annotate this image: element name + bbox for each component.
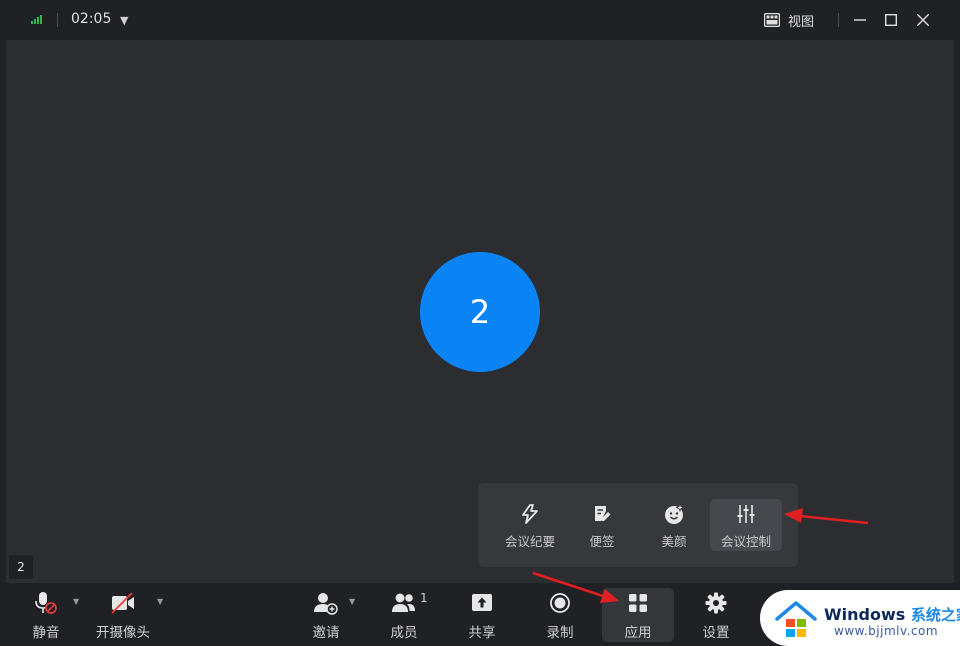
- apps-popup-panel: 会议纪要 便签 美颜 会议控制: [478, 483, 798, 567]
- view-label: 视图: [788, 14, 815, 30]
- camera-label: 开摄像头: [96, 625, 150, 641]
- app-label: 会议纪要: [504, 534, 555, 549]
- divider: [838, 13, 839, 27]
- camera-off-icon: [111, 592, 134, 614]
- signal-strength-icon: [31, 15, 43, 24]
- divider: [57, 13, 58, 27]
- share-label: 共享: [468, 625, 496, 641]
- close-button[interactable]: [913, 10, 933, 30]
- minimize-button[interactable]: [850, 10, 870, 30]
- apps-button[interactable]: 应用: [602, 588, 674, 642]
- share-button[interactable]: 共享: [464, 588, 500, 642]
- maximize-button[interactable]: [881, 10, 901, 30]
- participant-avatar: 2: [420, 252, 540, 372]
- maximize-icon: [885, 14, 897, 26]
- chevron-down-icon[interactable]: ▼: [349, 597, 355, 606]
- app-sticky-notes[interactable]: 便签: [566, 499, 638, 551]
- beauty-face-icon: [665, 503, 685, 524]
- share-screen-icon: [472, 594, 492, 611]
- watermark-url: www.bjjmlv.com: [834, 624, 939, 638]
- camera-icon-wrap: ▼: [110, 588, 163, 618]
- chevron-down-icon[interactable]: ▼: [120, 14, 128, 27]
- share-icon-wrap: [471, 588, 493, 618]
- invite-button[interactable]: ▼ 邀请: [308, 588, 355, 642]
- record-icon: [550, 593, 570, 613]
- note-pen-icon: [595, 506, 611, 521]
- add-person-icon: [314, 593, 338, 615]
- app-label: 便签: [589, 534, 615, 549]
- app-meeting-control[interactable]: 会议控制: [710, 499, 782, 551]
- app-meeting-minutes[interactable]: 会议纪要: [494, 499, 566, 551]
- mute-label: 静音: [32, 625, 60, 641]
- app-beauty[interactable]: 美颜: [638, 499, 710, 551]
- chevron-down-icon[interactable]: ▼: [157, 597, 163, 606]
- camera-button[interactable]: ▼ 开摄像头: [93, 588, 163, 642]
- lightning-note-icon: [522, 504, 538, 524]
- meeting-timer: 02:05: [71, 11, 112, 27]
- invite-label: 邀请: [312, 625, 340, 641]
- chevron-down-icon[interactable]: ▼: [73, 597, 79, 606]
- app-label: 会议控制: [720, 534, 771, 549]
- mic-icon-wrap: ▼: [33, 588, 79, 618]
- apps-label: 应用: [624, 625, 652, 641]
- windows-house-logo: [775, 601, 817, 637]
- record-button[interactable]: 录制: [542, 588, 578, 642]
- invite-icon-wrap: ▼: [313, 588, 355, 618]
- app-label: 美颜: [661, 534, 687, 549]
- apps-icon-wrap: [628, 588, 648, 618]
- close-icon: [917, 14, 929, 26]
- members-icon: [392, 593, 415, 612]
- watermark-title: Windows 系统之家: [824, 604, 960, 625]
- settings-button[interactable]: 设置: [698, 588, 734, 642]
- members-icon-wrap: 1: [392, 588, 428, 618]
- record-label: 录制: [546, 625, 574, 641]
- record-icon-wrap: [549, 588, 571, 618]
- site-watermark: Windows 系统之家 www.bjjmlv.com: [760, 590, 960, 646]
- settings-icon-wrap: [705, 588, 727, 618]
- minimize-icon: [854, 19, 866, 21]
- watermark-title-cn: 系统之家: [910, 606, 960, 624]
- apps-grid-icon: [629, 594, 647, 612]
- mute-button[interactable]: ▼ 静音: [24, 588, 79, 642]
- sliders-icon: [737, 505, 755, 523]
- mic-muted-icon: [35, 592, 57, 614]
- participant-name-tag: 2: [9, 555, 33, 579]
- members-button[interactable]: 1 成员: [386, 588, 428, 642]
- view-grid-icon: [764, 13, 780, 27]
- watermark-title-en: Windows: [824, 605, 906, 624]
- settings-label: 设置: [702, 625, 730, 641]
- title-bar: 02:05 ▼ 视图: [0, 0, 960, 40]
- gear-icon: [705, 592, 727, 614]
- members-label: 成员: [390, 625, 418, 641]
- members-count: 1: [420, 591, 428, 605]
- view-button[interactable]: 视图: [764, 9, 814, 31]
